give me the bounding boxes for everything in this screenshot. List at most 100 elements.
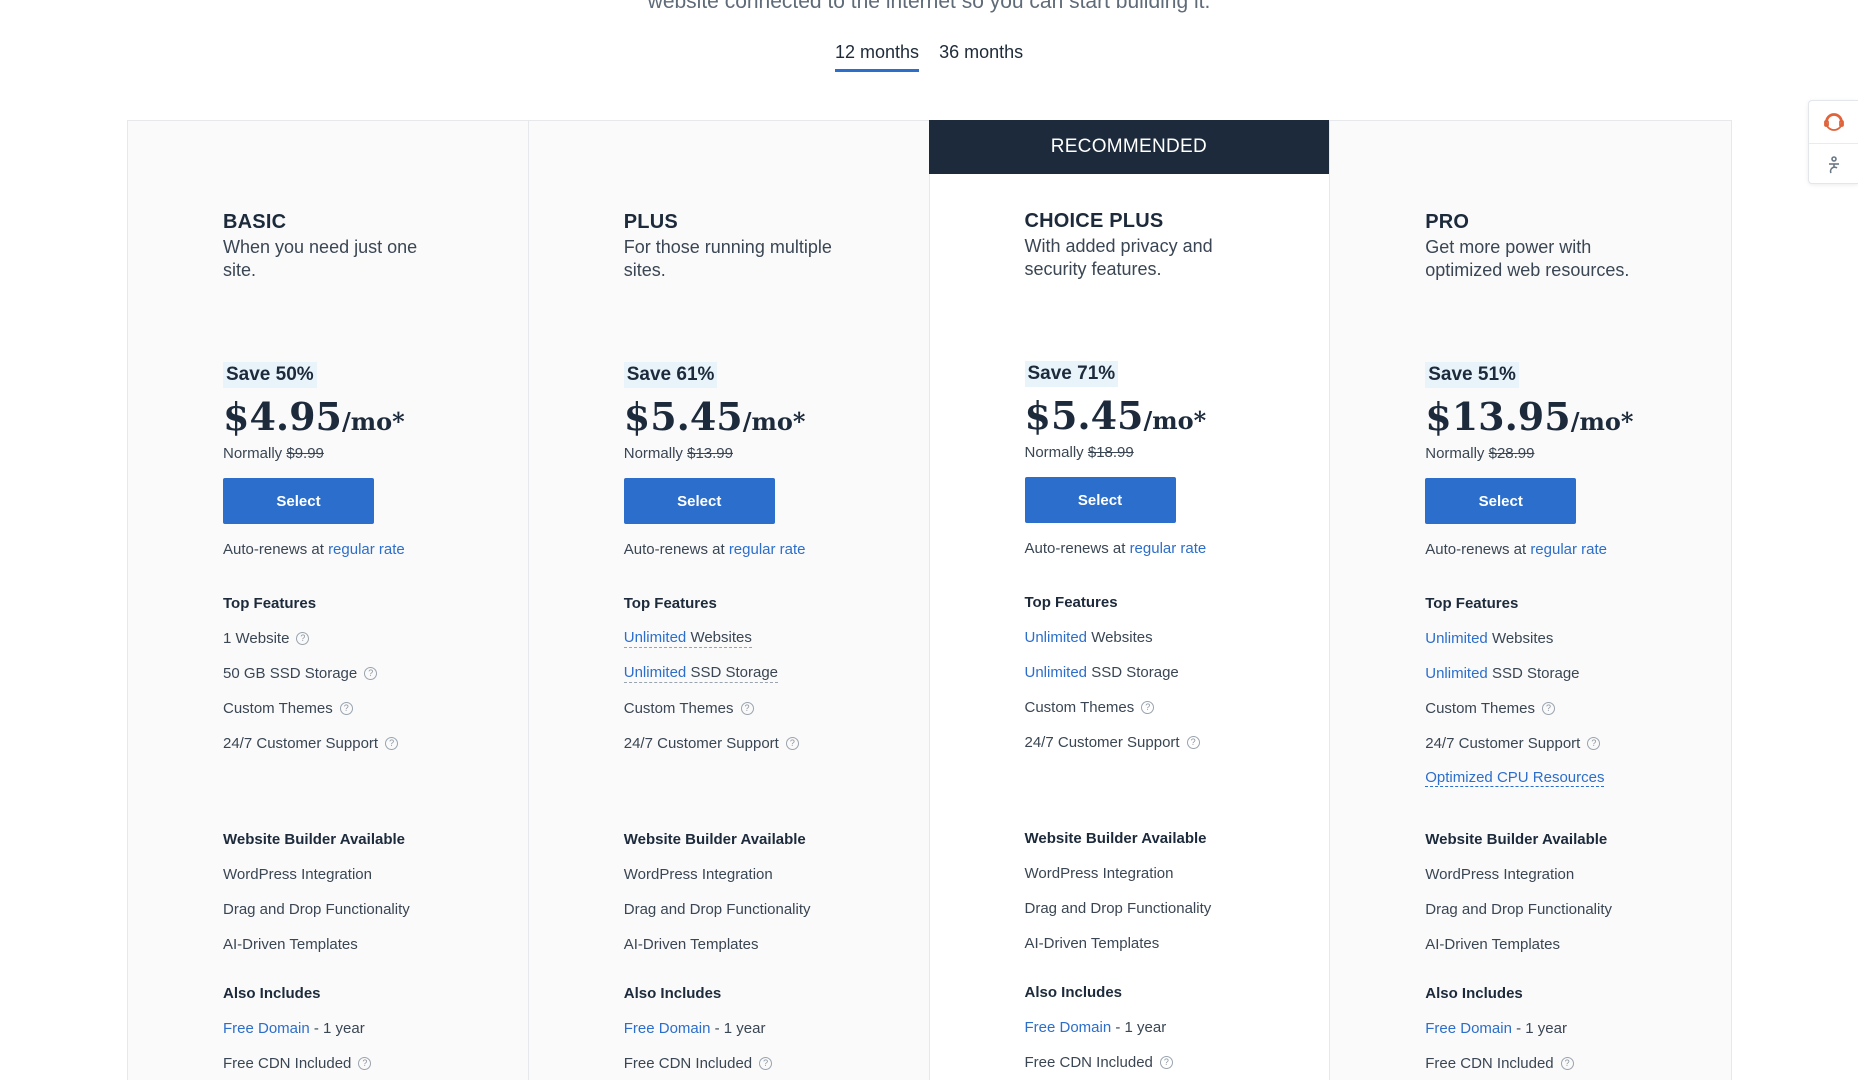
question-circle-icon[interactable]: ? [1560,1056,1574,1070]
feature-text: Free CDN Included [1024,1053,1153,1071]
plan-tagline: Get more power with optimized web resour… [1425,237,1630,280]
plan-price: $5.45/mo* [1025,393,1325,438]
normal-price: Normally $28.99 [1425,445,1725,462]
feature-themes: Custom Themes? [624,699,924,717]
question-circle-icon[interactable]: ? [1186,735,1200,749]
feature-text: 24/7 Customer Support [1425,734,1581,752]
term-tabs: 12 months 36 months [835,42,1023,72]
save-badge: Save 61% [623,362,718,388]
builder-title: Website Builder Available [1425,831,1608,848]
also-includes-title: Also Includes [1024,984,1123,1001]
plan-body: PLUS For those running multiple sites. S… [623,211,924,1072]
plan-body: PRO Get more power with optimized web re… [1425,211,1725,1072]
top-features-title: Top Features [1024,594,1118,611]
autorenew-note: Auto-renews at regular rate [1425,541,1725,558]
feature-label: Websites [690,628,752,646]
price-amount: $13.95 [1425,394,1571,439]
question-circle-icon[interactable]: ? [759,1056,773,1070]
feature-themes: Custom Themes? [1425,699,1725,717]
price-period: /mo* [1143,406,1207,435]
normal-price: Normally $18.99 [1025,444,1325,461]
question-circle-icon[interactable]: ? [1587,736,1601,750]
feature-label: SSD Storage [1491,664,1580,682]
select-plus-button[interactable]: Select [623,478,775,524]
free-domain-link[interactable]: Free Domain [1425,1020,1512,1037]
builder-item: Drag and Drop Functionality [1425,900,1613,918]
accessibility-widget-button[interactable] [1809,143,1858,185]
feature-cpu[interactable]: Optimized CPU Resources [1425,769,1725,787]
question-circle-icon[interactable]: ? [1159,1055,1173,1069]
feature-label: SSD Storage [1091,663,1179,681]
select-basic-button[interactable]: Select [223,478,374,524]
plan-tagline: For those running multiple sites. [623,237,832,280]
top-features-title: Top Features [623,595,717,612]
question-circle-icon[interactable]: ? [364,666,378,680]
plan-card-pro: PRO Get more power with optimized web re… [1330,121,1731,1080]
regular-rate-link[interactable]: regular rate [729,541,806,558]
question-circle-icon[interactable]: ? [740,701,754,715]
top-features-title: Top Features [223,595,317,612]
builder-title: Website Builder Available [623,831,806,848]
question-circle-icon[interactable]: ? [1141,700,1155,714]
feature-themes: Custom Themes? [1025,698,1325,716]
plan-price: $4.95/mo* [223,394,523,439]
question-circle-icon[interactable]: ? [358,1056,372,1070]
select-pro-button[interactable]: Select [1425,478,1577,524]
feature-label: SSD Storage [690,663,778,681]
feature-text: Custom Themes [223,699,333,717]
accessibility-icon [1828,155,1839,173]
regular-rate-link[interactable]: regular rate [1130,540,1207,557]
normally-label: Normally [623,445,683,462]
autorenew-note: Auto-renews at regular rate [223,541,523,558]
feature-text: Free CDN Included [223,1054,352,1072]
plan-price: $13.95/mo* [1425,394,1725,439]
plan-tagline: With added privacy and security features… [1024,236,1213,279]
feature-text: Free CDN Included [1425,1054,1554,1072]
plans-grid: BASIC When you need just one site. Save … [127,120,1732,1080]
question-circle-icon[interactable]: ? [385,736,399,750]
feature-free-domain: Free Domain - 1 year [624,1019,924,1037]
autorenew-prefix: Auto-renews at [1024,540,1126,557]
question-circle-icon[interactable]: ? [1542,701,1556,715]
feature-text: Custom Themes [623,699,734,717]
question-circle-icon[interactable]: ? [339,701,353,715]
free-domain-suffix: - 1 year [313,1019,365,1037]
question-circle-icon[interactable]: ? [296,631,310,645]
free-domain-link[interactable]: Free Domain [223,1020,310,1037]
top-features: Top Features Unlimited Websites Unlimite… [1025,594,1325,830]
feature-text: Free CDN Included [623,1054,753,1072]
tab-12-months[interactable]: 12 months [835,42,920,72]
builder-section: Website Builder Available WordPress Inte… [1025,830,1325,952]
feature-label: Websites [1491,629,1554,647]
select-choice-plus-button[interactable]: Select [1024,477,1176,523]
normally-label: Normally [1425,445,1485,462]
unlimited-label: Unlimited [623,663,687,681]
feature-free-cdn: Free CDN Included? [1425,1054,1725,1072]
feature-text: Custom Themes [1425,699,1536,717]
feature-websites[interactable]: Unlimited Websites [623,628,924,648]
builder-section: Website Builder Available WordPress Inte… [223,831,523,953]
free-domain-link[interactable]: Free Domain [624,1020,711,1037]
tab-36-months[interactable]: 36 months [939,42,1023,72]
autorenew-prefix: Auto-renews at [223,541,324,558]
normally-label: Normally [223,445,283,462]
builder-section: Website Builder Available WordPress Inte… [624,831,924,953]
free-domain-suffix: - 1 year [1115,1018,1167,1036]
plan-tagline: When you need just one site. [223,237,418,280]
builder-title: Website Builder Available [223,831,405,848]
normal-price: Normally $13.99 [624,445,924,462]
free-domain-link[interactable]: Free Domain [1025,1019,1112,1036]
save-badge: Save 51% [1425,362,1519,388]
feature-text: 24/7 Customer Support [223,734,379,752]
support-widget-button[interactable] [1809,101,1858,143]
top-features-title: Top Features [1425,595,1519,612]
plan-card-choice-plus: RECOMMENDED CHOICE PLUS With added priva… [928,120,1331,1080]
builder-item: AI-Driven Templates [223,935,358,953]
question-circle-icon[interactable]: ? [785,736,799,750]
regular-rate-link[interactable]: regular rate [328,541,405,558]
price-amount: $5.45 [1024,393,1144,438]
recommended-banner: RECOMMENDED [928,120,1330,174]
feature-storage[interactable]: Unlimited SSD Storage [623,663,924,683]
regular-rate-link[interactable]: regular rate [1530,541,1607,558]
feature-websites: Unlimited Websites [1425,629,1725,647]
